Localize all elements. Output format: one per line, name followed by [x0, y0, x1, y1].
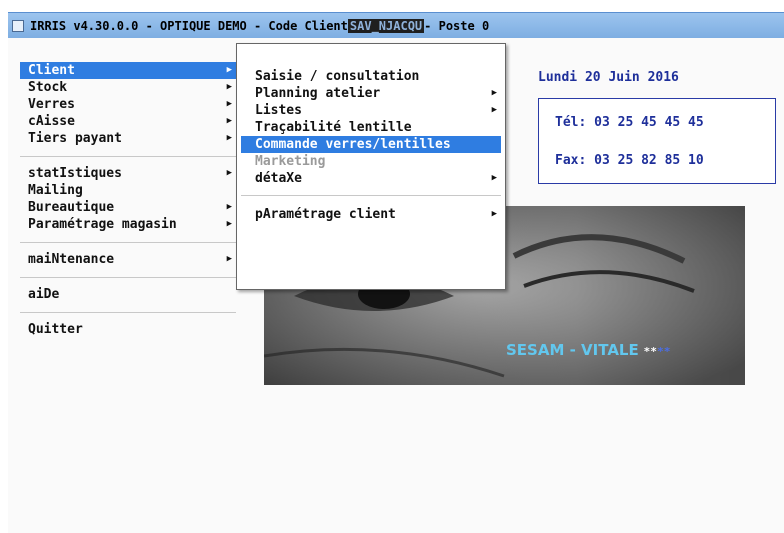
submenu-arrow-icon: ▶	[226, 133, 232, 143]
menu-item-label: Tiers payant	[28, 131, 122, 146]
menu-item-label: Quitter	[28, 322, 83, 337]
submenu-item-label: Saisie / consultation	[255, 69, 420, 84]
menu-item-bureautique[interactable]: Bureautique ▶	[20, 199, 236, 216]
submenu-item-saisie-consultation[interactable]: Saisie / consultation	[241, 68, 501, 85]
title-prefix: IRRIS v4.30.0.0 - OPTIQUE DEMO - Code Cl…	[30, 18, 348, 33]
submenu-item-marketing: Marketing	[241, 153, 501, 170]
menu-item-label: Client	[28, 63, 75, 78]
menu-item-client[interactable]: Client ▶	[20, 62, 236, 79]
menu-item-stock[interactable]: Stock ▶	[20, 79, 236, 96]
stars-icon: ****	[644, 345, 671, 358]
menu-item-verres[interactable]: Verres ▶	[20, 96, 236, 113]
menu-item-label: Stock	[28, 80, 68, 95]
title-bar: IRRIS v4.30.0.0 - OPTIQUE DEMO - Code Cl…	[8, 12, 784, 38]
submenu-item-label: Commande verres/lentilles	[255, 137, 451, 152]
submenu-item-parametrage-client[interactable]: pAramétrage client ▶	[241, 206, 501, 223]
menu-separator	[20, 156, 236, 157]
title-suffix: - Poste 0	[424, 18, 490, 33]
menu-separator	[20, 312, 236, 313]
submenu-arrow-icon: ▶	[226, 99, 232, 109]
submenu-item-detaxe[interactable]: détaXe ▶	[241, 170, 501, 187]
submenu-arrow-icon: ▶	[226, 219, 232, 229]
submenu-arrow-icon: ▶	[226, 254, 232, 264]
submenu-item-tracabilite-lentille[interactable]: Traçabilité lentille	[241, 119, 501, 136]
menu-item-label: maiNtenance	[28, 252, 115, 267]
menu-item-tiers-payant[interactable]: Tiers payant ▶	[20, 130, 236, 147]
submenu-item-label: Traçabilité lentille	[255, 120, 412, 135]
stars-white: **	[643, 345, 658, 358]
menu-item-quitter[interactable]: Quitter	[20, 321, 236, 338]
sesam-vitale-text: SESAM - VITALE	[506, 341, 644, 359]
submenu-arrow-icon: ▶	[491, 173, 497, 183]
sesam-vitale-label: SESAM - VITALE ****	[506, 341, 671, 359]
menu-item-label: cAisse	[28, 114, 75, 129]
submenu-item-commande-verres-lentilles[interactable]: Commande verres/lentilles	[241, 136, 501, 153]
submenu-arrow-icon: ▶	[226, 202, 232, 212]
submenu-item-label: pAramétrage client	[255, 207, 396, 222]
menu-item-mailing[interactable]: Mailing	[20, 182, 236, 199]
menu-item-label: Mailing	[28, 183, 83, 198]
menu-separator	[20, 277, 236, 278]
app-icon	[12, 19, 24, 32]
submenu-item-listes[interactable]: Listes ▶	[241, 102, 501, 119]
menu-item-label: statIstiques	[28, 166, 122, 181]
menu-item-label: Paramétrage magasin	[28, 217, 177, 232]
submenu-item-label: Planning atelier	[255, 86, 381, 101]
submenu-item-label: Listes	[255, 103, 302, 118]
submenu-separator	[241, 195, 501, 196]
submenu-arrow-icon: ▶	[226, 65, 232, 75]
submenu-item-label: détaXe	[255, 171, 302, 186]
fax-number: Fax: 03 25 82 85 10	[555, 153, 704, 168]
current-date: Lundi 20 Juin 2016	[538, 70, 679, 85]
menu-item-statistiques[interactable]: statIstiques ▶	[20, 165, 236, 182]
menu-item-caisse[interactable]: cAisse ▶	[20, 113, 236, 130]
stars-blue: **	[657, 345, 671, 358]
submenu-arrow-icon: ▶	[491, 105, 497, 115]
menu-separator	[20, 242, 236, 243]
submenu-item-label: Marketing	[255, 154, 326, 169]
submenu-arrow-icon: ▶	[491, 209, 497, 219]
submenu-arrow-icon: ▶	[226, 168, 232, 178]
contact-box: Tél: 03 25 45 45 45 Fax: 03 25 82 85 10	[538, 98, 776, 184]
phone-number: Tél: 03 25 45 45 45	[555, 115, 704, 130]
menu-item-label: Verres	[28, 97, 75, 112]
main-menu: Client ▶ Stock ▶ Verres ▶ cAisse ▶ Tiers…	[20, 62, 236, 338]
submenu-arrow-icon: ▶	[491, 88, 497, 98]
submenu-arrow-icon: ▶	[226, 82, 232, 92]
menu-item-label: Bureautique	[28, 200, 115, 215]
client-code: SAV_NJACQU	[347, 18, 425, 33]
menu-item-label: aiDe	[28, 287, 60, 302]
menu-item-maintenance[interactable]: maiNtenance ▶	[20, 251, 236, 268]
menu-item-parametrage-magasin[interactable]: Paramétrage magasin ▶	[20, 216, 236, 233]
submenu-item-planning-atelier[interactable]: Planning atelier ▶	[241, 85, 501, 102]
menu-item-aide[interactable]: aiDe	[20, 286, 236, 303]
submenu-arrow-icon: ▶	[226, 116, 232, 126]
client-submenu: Saisie / consultation Planning atelier ▶…	[236, 43, 506, 290]
